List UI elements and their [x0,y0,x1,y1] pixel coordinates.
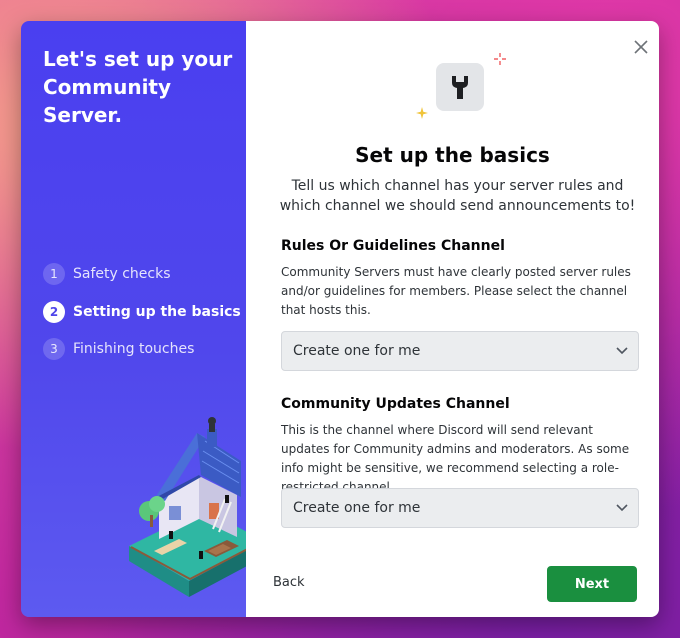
chevron-down-icon [616,347,628,355]
community-setup-modal: Let's set up your Community Server. 1 Sa… [21,21,659,617]
sidebar-title: Let's set up your Community Server. [43,47,233,127]
step-label: Safety checks [73,266,171,282]
sidebar: Let's set up your Community Server. 1 Sa… [21,21,264,617]
wrench-icon [436,63,484,111]
sparkle-icon [494,53,506,65]
back-button[interactable]: Back [273,575,305,590]
step-setting-up-basics: 2 Setting up the basics [43,300,241,324]
select-value: Create one for me [293,343,421,359]
step-label: Setting up the basics [73,303,241,320]
updates-section: Community Updates Channel This is the ch… [281,396,639,497]
section-title: Rules Or Guidelines Channel [281,238,505,254]
step-number: 3 [43,338,65,360]
step-safety-checks: 1 Safety checks [43,262,241,286]
rules-channel-select[interactable]: Create one for me [281,331,639,371]
chevron-down-icon [616,504,628,512]
step-finishing-touches: 3 Finishing touches [43,337,241,361]
section-description: This is the channel where Discord will s… [281,423,630,494]
updates-channel-select[interactable]: Create one for me [281,488,639,528]
select-value: Create one for me [293,500,421,516]
close-icon [634,40,648,54]
step-number: 1 [43,263,65,285]
page-title: Set up the basics [355,143,550,167]
header-graphic [416,53,511,129]
next-button[interactable]: Next [547,566,637,602]
main-panel: Set up the basics Tell us which channel … [246,21,659,617]
rules-section: Rules Or Guidelines Channel Community Se… [281,238,639,320]
section-title: Community Updates Channel [281,396,510,412]
section-description: Community Servers must have clearly post… [281,265,631,317]
step-list: 1 Safety checks 2 Setting up the basics … [43,262,241,375]
step-number: 2 [43,300,65,323]
page-subtitle: Tell us which channel has your server ru… [279,178,636,214]
isometric-house-illustration [129,417,264,597]
close-button[interactable] [631,37,651,57]
step-label: Finishing touches [73,341,195,357]
sparkle-icon [416,107,428,119]
